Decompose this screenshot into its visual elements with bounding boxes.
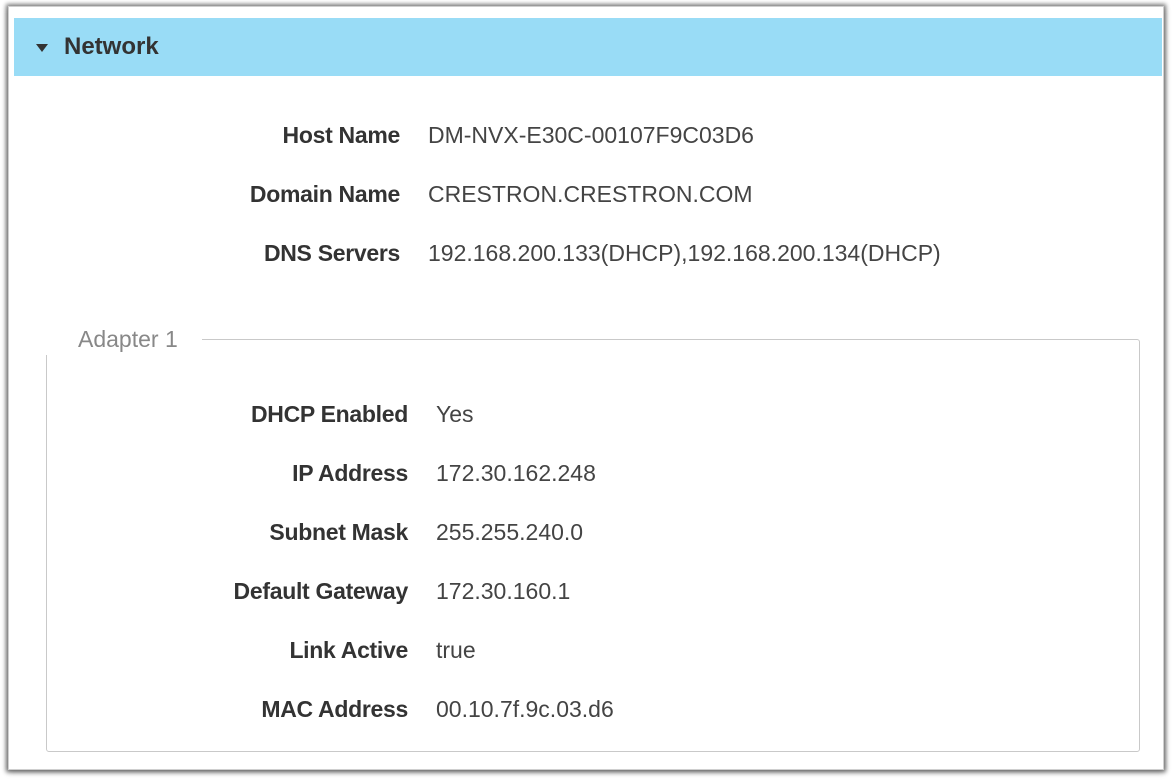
domain-name-value: CRESTRON.CRESTRON.COM: [428, 180, 753, 207]
panel-title: Network: [64, 33, 159, 60]
subnet-mask-label: Subnet Mask: [269, 518, 408, 545]
ip-address-label: IP Address: [292, 459, 408, 486]
dhcp-enabled-label: DHCP Enabled: [250, 400, 408, 427]
dhcp-enabled-value: Yes: [436, 400, 474, 427]
link-active-label: Link Active: [289, 636, 408, 663]
mac-address-label: MAC Address: [261, 695, 408, 722]
subnet-mask-value: 255.255.240.0: [436, 518, 584, 545]
dns-servers-value: 192.168.200.133(DHCP),192.168.200.134(DH…: [428, 239, 941, 266]
mac-address-value: 00.10.7f.9c.03.d6: [436, 695, 614, 722]
domain-name-label: Domain Name: [249, 180, 400, 207]
default-gateway-label: Default Gateway: [233, 577, 409, 604]
ip-address-value: 172.30.162.248: [436, 459, 596, 486]
dns-servers-label: DNS Servers: [263, 239, 400, 266]
adapter-title: Adapter 1: [40, 323, 202, 355]
host-name-value: DM-NVX-E30C-00107F9C03D6: [428, 121, 754, 148]
link-active-value: true: [436, 636, 476, 663]
default-gateway-value: 172.30.160.1: [436, 577, 571, 604]
network-panel-header[interactable]: Network: [14, 18, 1162, 76]
caret-down-icon[interactable]: [36, 44, 48, 52]
host-name-label: Host Name: [282, 121, 401, 148]
